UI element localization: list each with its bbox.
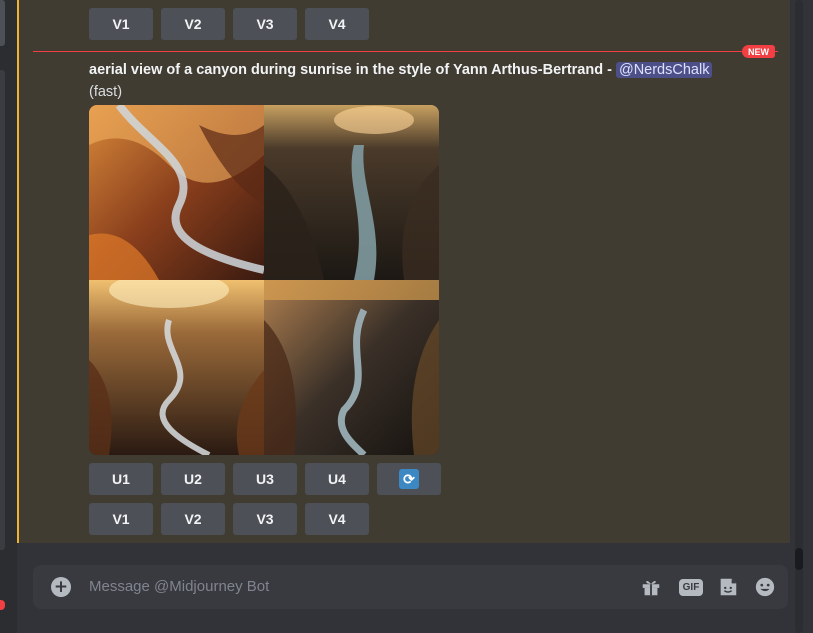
speed-label: (fast) (89, 84, 123, 100)
upscale-buttons: U1 U2 U3 U4 ⟳ (89, 463, 441, 495)
canyon-image-4-art (264, 280, 439, 455)
notification-dot (0, 600, 5, 610)
canyon-image-4[interactable] (264, 280, 439, 455)
v4-button[interactable]: V4 (305, 503, 369, 535)
canyon-image-1[interactable] (89, 105, 264, 280)
canyon-image-3[interactable] (89, 280, 264, 455)
gift-icon[interactable] (639, 576, 663, 598)
message-composer: + Message @Midjourney Bot GIF (33, 565, 788, 609)
message-content: aerial view of a canyon during sunrise i… (89, 60, 713, 80)
sticker-icon[interactable] (716, 576, 740, 598)
scrollbar[interactable] (790, 0, 813, 633)
gif-label: GIF (678, 578, 704, 596)
v2-button[interactable]: V2 (161, 8, 225, 40)
message-input[interactable]: Message @Midjourney Bot (89, 578, 269, 595)
image-grid[interactable] (89, 105, 439, 455)
v1-button[interactable]: V1 (89, 8, 153, 40)
reroll-button[interactable]: ⟳ (377, 463, 441, 495)
rail-indicator (0, 0, 5, 46)
u2-button[interactable]: U2 (161, 463, 225, 495)
canyon-image-3-art (89, 280, 264, 455)
emoji-icon[interactable] (753, 576, 777, 598)
v1-button[interactable]: V1 (89, 503, 153, 535)
variation-buttons: V1 V2 V3 V4 (89, 503, 369, 535)
rail-indicator (0, 70, 5, 550)
u1-button[interactable]: U1 (89, 463, 153, 495)
canyon-image-1-art (89, 105, 264, 280)
scrollbar-track[interactable] (795, 0, 803, 633)
prompt-separator: - (603, 62, 616, 78)
gif-icon[interactable]: GIF (678, 576, 704, 598)
new-messages-divider (33, 51, 778, 52)
canyon-image-2-art (264, 105, 439, 280)
v4-button[interactable]: V4 (305, 8, 369, 40)
v3-button[interactable]: V3 (233, 8, 297, 40)
u3-button[interactable]: U3 (233, 463, 297, 495)
scrollbar-thumb[interactable] (795, 548, 803, 570)
new-badge: NEW (742, 45, 775, 58)
v2-button[interactable]: V2 (161, 503, 225, 535)
prompt-text: aerial view of a canyon during sunrise i… (89, 62, 604, 78)
reroll-icon: ⟳ (399, 469, 419, 489)
add-icon[interactable]: + (51, 577, 71, 597)
v3-button[interactable]: V3 (233, 503, 297, 535)
previous-variation-buttons: V1 V2 V3 V4 (89, 8, 369, 40)
canyon-image-2[interactable] (264, 105, 439, 280)
left-rail (0, 0, 17, 633)
u4-button[interactable]: U4 (305, 463, 369, 495)
user-mention[interactable]: @NerdsChalk (615, 62, 713, 78)
